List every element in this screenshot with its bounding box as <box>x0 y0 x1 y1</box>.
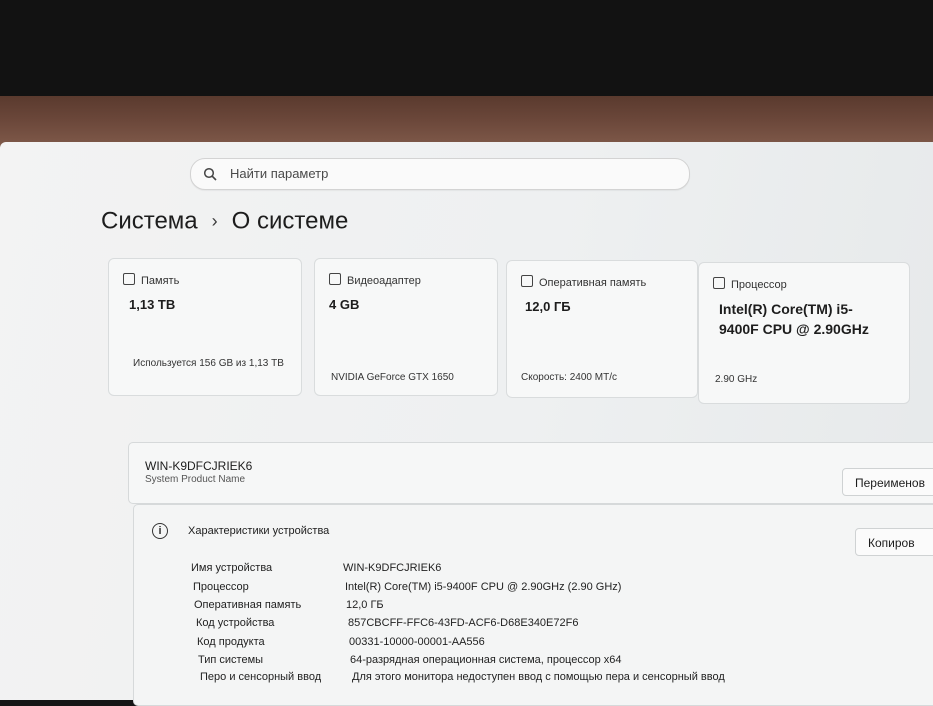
gpu-icon <box>329 273 341 285</box>
breadcrumb: Система › О системе <box>101 207 348 236</box>
search-icon <box>203 167 217 181</box>
card-storage-value: 1,13 TB <box>129 297 176 312</box>
storage-icon <box>123 273 135 285</box>
device-name-panel: WIN-K9DFCJRIEK6 System Product Name <box>128 442 933 504</box>
cpu-icon <box>713 277 725 289</box>
search-placeholder: Найти параметр <box>230 166 329 181</box>
spec-key: Код устройства <box>196 617 275 629</box>
spec-key: Код продукта <box>197 636 265 648</box>
spec-key: Тип системы <box>198 654 264 666</box>
card-ram-sub: Скорость: 2400 МТ/с <box>521 372 617 383</box>
chevron-right-icon: › <box>211 211 218 232</box>
spec-value: 857CBCFF-FFC6-43FD-ACF6-D68E340E72F6 <box>348 617 579 629</box>
card-storage-sub: Используется 156 GB из 1,13 TB <box>133 358 284 369</box>
card-gpu[interactable]: Видеоадаптер 4 GB NVIDIA GeForce GTX 165… <box>314 258 498 396</box>
ram-icon <box>521 275 533 287</box>
spec-value: 64-разрядная операционная система, проце… <box>350 654 622 666</box>
device-name: WIN-K9DFCJRIEK6 <box>145 459 253 473</box>
spec-value: Для этого монитора недоступен ввод с пом… <box>352 671 725 683</box>
card-storage[interactable]: Память 1,13 TB Используется 156 GB из 1,… <box>108 258 302 396</box>
rename-button[interactable]: Переименов <box>842 468 933 496</box>
page-title: О системе <box>231 207 349 235</box>
card-gpu-title: Видеоадаптер <box>347 275 421 287</box>
spec-key: Перо и сенсорный ввод <box>200 671 322 683</box>
card-cpu-value: Intel(R) Core(TM) i5-9400F CPU @ 2.90GHz <box>719 301 869 337</box>
spec-key: Имя устройства <box>191 562 273 574</box>
card-cpu[interactable]: Процессор Intel(R) Core(TM) i5-9400F CPU… <box>698 262 910 404</box>
spec-value: 12,0 ГБ <box>346 599 384 611</box>
device-specs-title: Характеристики устройства <box>188 525 330 537</box>
monitor-bezel <box>0 0 933 100</box>
search-input[interactable]: Найти параметр <box>190 158 690 190</box>
card-ram-value: 12,0 ГБ <box>525 299 571 314</box>
spec-value: 00331-10000-00001-AA556 <box>349 636 485 648</box>
card-cpu-title: Процессор <box>731 279 787 291</box>
card-gpu-value: 4 GB <box>329 297 360 312</box>
spec-value: WIN-K9DFCJRIEK6 <box>343 562 442 574</box>
card-cpu-sub: 2.90 GHz <box>715 374 758 385</box>
card-ram-title: Оперативная память <box>539 277 647 289</box>
device-model: System Product Name <box>145 474 246 485</box>
spec-value: Intel(R) Core(TM) i5-9400F CPU @ 2.90GHz… <box>345 581 622 593</box>
info-icon: i <box>152 523 168 539</box>
spec-key: Оперативная память <box>194 599 302 611</box>
breadcrumb-parent[interactable]: Система <box>101 208 198 235</box>
spec-key: Процессор <box>193 581 249 593</box>
copy-button[interactable]: Копиров <box>855 528 933 556</box>
card-ram[interactable]: Оперативная память 12,0 ГБ Скорость: 240… <box>506 260 698 398</box>
card-gpu-sub: NVIDIA GeForce GTX 1650 <box>331 372 454 383</box>
settings-window: Найти параметр Система › О системе Память … <box>0 142 933 706</box>
card-storage-title: Память <box>141 275 180 287</box>
